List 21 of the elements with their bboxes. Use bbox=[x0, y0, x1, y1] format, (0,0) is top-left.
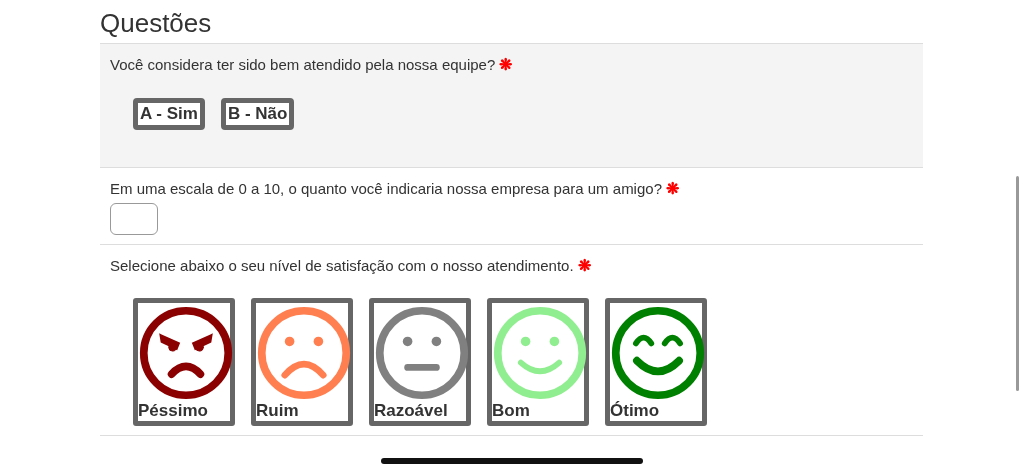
required-mark: ❋ bbox=[577, 257, 591, 274]
rating-option[interactable]: Razoável bbox=[369, 298, 471, 426]
required-mark: ❋ bbox=[499, 56, 513, 73]
rating-label: Ótimo bbox=[610, 401, 661, 421]
rating-label: Ruim bbox=[256, 401, 300, 421]
question-text: Em uma escala de 0 a 10, o quanto você indicaria nossa empresa para um amigo? bbox=[110, 180, 662, 197]
required-mark: ❋ bbox=[666, 180, 680, 197]
rating-label: Razoável bbox=[374, 401, 449, 421]
rating-label: Bom bbox=[492, 401, 531, 421]
answer-field[interactable] bbox=[110, 203, 158, 235]
question-text: Selecione abaixo o seu nível de satisfação com o nosso atendimento. bbox=[110, 257, 574, 274]
rating-label: Péssimo bbox=[138, 401, 209, 421]
rating-option[interactable]: Ruim bbox=[251, 298, 353, 426]
question-text: Você considera ter sido bem atendido pela nossa equipe? bbox=[110, 56, 496, 73]
answer-option[interactable]: B - Não bbox=[220, 98, 295, 130]
scrollbar[interactable] bbox=[1016, 176, 1019, 391]
answer-option[interactable]: A - Sim bbox=[133, 98, 205, 130]
rating-option[interactable]: Ótimo bbox=[605, 298, 707, 426]
section-heading: Questões bbox=[100, 7, 213, 40]
rating-option[interactable]: Bom bbox=[487, 298, 589, 426]
rating-option[interactable]: Péssimo bbox=[133, 298, 235, 426]
